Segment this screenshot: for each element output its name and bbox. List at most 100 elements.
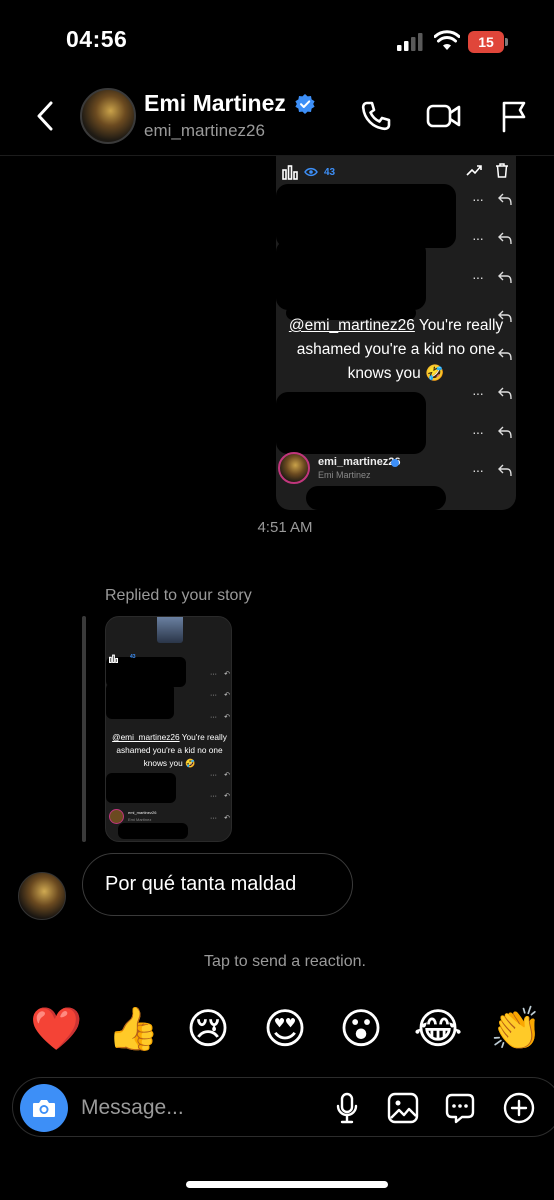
- comment-action-row: ···: [472, 189, 512, 209]
- more-icon: ···: [472, 269, 484, 285]
- thumbnail-action-row: ··· ↶: [210, 771, 230, 780]
- verified-icon: [295, 94, 315, 114]
- gallery-button[interactable]: [385, 1090, 421, 1126]
- wifi-icon: [434, 30, 460, 50]
- phone-icon: [361, 101, 391, 131]
- received-message[interactable]: Por qué tanta maldad: [82, 853, 353, 916]
- reaction-thumbs-up[interactable]: 👍: [107, 1004, 159, 1054]
- gallery-icon: [387, 1092, 419, 1124]
- trash-icon: [496, 163, 508, 178]
- story-caption-line3: knows you: [347, 365, 421, 382]
- story-caption: @emi_martinez26 You're really ashamed yo…: [276, 314, 516, 386]
- story-account-name: emi_martinez26: [318, 456, 401, 468]
- reply-icon: [498, 387, 512, 400]
- more-icon: ···: [472, 230, 484, 246]
- thumbnail-caption: @emi_martinez26 You're really ashamed yo…: [106, 731, 231, 770]
- sticker-icon: [445, 1093, 475, 1124]
- views-count: 43: [324, 166, 336, 178]
- eye-icon: [304, 167, 318, 177]
- reaction-hint: Tap to send a reaction.: [204, 953, 366, 970]
- thumbnail-account-subtitle: Emi Martinez: [128, 817, 152, 822]
- more-icon: ···: [472, 385, 484, 401]
- flag-icon: [502, 101, 526, 133]
- status-time: 04:56: [66, 26, 128, 52]
- reply-icon: [498, 271, 512, 284]
- audio-call-button[interactable]: [356, 96, 396, 136]
- story-caption-line1: You're really: [418, 317, 504, 334]
- thumbnail-action-row: ··· ↶: [210, 713, 230, 722]
- reply-icon: [498, 193, 512, 206]
- back-icon: [37, 101, 53, 131]
- message-input[interactable]: [81, 1088, 301, 1128]
- shared-story[interactable]: 43 ··· ··· ··· ··· ··· ··· @emi_martinez…: [276, 156, 516, 510]
- message-composer: [12, 1077, 554, 1137]
- microphone-icon: [336, 1092, 358, 1124]
- more-options-button[interactable]: [501, 1090, 537, 1126]
- reply-quote-bar: [82, 616, 86, 842]
- comment-action-row: ···: [472, 267, 512, 287]
- laughing-emoji: 🤣: [425, 365, 445, 382]
- contact-handle: emi_martinez26: [144, 121, 265, 140]
- comment-action-row: ···: [472, 460, 512, 480]
- camera-icon: [33, 1100, 55, 1117]
- thumbnail-preview: [157, 617, 183, 643]
- thumbnail-action-row: ··· ↶: [210, 691, 230, 700]
- thumbnail-account-avatar: [109, 809, 124, 824]
- more-icon: ···: [472, 424, 484, 440]
- replied-label: Replied to your story: [105, 587, 252, 604]
- story-reply-thumbnail[interactable]: 43 ··· ↶ ··· ↶ ··· ↶ ··· ↶ ··· ↶ ··· ↶ @emi_ma…: [105, 616, 232, 842]
- thumbnail-caption-line1: You're really: [181, 732, 227, 742]
- thumbnail-action-row: ··· ↶: [210, 814, 230, 823]
- sticker-button[interactable]: [442, 1090, 478, 1126]
- home-indicator: [186, 1181, 388, 1188]
- thumbnail-caption-line2: ashamed you're a kid no one: [116, 745, 223, 755]
- more-icon: ···: [472, 462, 484, 478]
- battery-indicator: 15: [468, 31, 508, 53]
- reply-icon: [498, 426, 512, 439]
- message-timestamp: 4:51 AM: [257, 519, 313, 536]
- story-account-avatar: [278, 452, 310, 484]
- thumbnail-emoji: 🤣: [185, 758, 196, 768]
- comment-action-row: ···: [472, 383, 512, 403]
- story-caption-line2: ashamed you're a kid no one: [296, 341, 496, 358]
- verified-icon: [391, 459, 399, 467]
- reaction-heart[interactable]: ❤️: [30, 1004, 82, 1054]
- back-button[interactable]: [28, 96, 62, 136]
- reply-icon: [498, 464, 512, 477]
- story-tools: [466, 162, 510, 178]
- thumbnail-account-name: emi_martinez26: [128, 810, 157, 815]
- video-call-button[interactable]: [424, 96, 464, 136]
- insights-icon: [109, 654, 118, 663]
- reaction-crying[interactable]: 😢: [183, 1004, 233, 1054]
- status-bar: 04:56 15: [0, 0, 554, 80]
- plus-circle-icon: [503, 1092, 535, 1124]
- contact-name[interactable]: Emi Martinez: [144, 90, 286, 117]
- camera-button[interactable]: [20, 1084, 68, 1132]
- report-button[interactable]: [494, 96, 534, 136]
- chat-header: Emi Martinez emi_martinez26: [0, 80, 554, 156]
- contact-avatar[interactable]: [80, 88, 136, 144]
- battery-level: 15: [478, 34, 494, 50]
- insights-icon: [282, 165, 298, 180]
- story-insights: 43: [282, 162, 335, 182]
- story-account-subtitle: Emi Martinez: [318, 470, 371, 480]
- reaction-surprised[interactable]: 😮: [336, 1004, 386, 1054]
- story-mention[interactable]: @emi_martinez26: [289, 317, 415, 334]
- video-icon: [426, 104, 461, 128]
- trending-icon: [466, 165, 482, 176]
- reaction-heart-eyes[interactable]: 😍: [260, 1004, 310, 1054]
- voice-message-button[interactable]: [329, 1090, 365, 1126]
- reaction-bar: ❤️ 👍 😢 😍 😮 😂 👏: [0, 1000, 554, 1060]
- thumbnail-action-row: ··· ↶: [210, 792, 230, 801]
- sender-avatar[interactable]: [18, 872, 66, 920]
- comment-action-row: ···: [472, 228, 512, 248]
- more-icon: ···: [472, 191, 484, 207]
- thumbnail-action-row: ··· ↶: [210, 670, 230, 679]
- thumbnail-views: 43: [130, 654, 136, 660]
- comment-action-row: ···: [472, 422, 512, 442]
- thumbnail-mention: @emi_martinez26: [112, 732, 180, 742]
- reaction-clapping[interactable]: 👏: [490, 1004, 542, 1054]
- thumbnail-caption-line3: knows you: [143, 758, 183, 768]
- reaction-laughing[interactable]: 😂: [413, 1004, 463, 1054]
- signal-icon: [397, 33, 423, 51]
